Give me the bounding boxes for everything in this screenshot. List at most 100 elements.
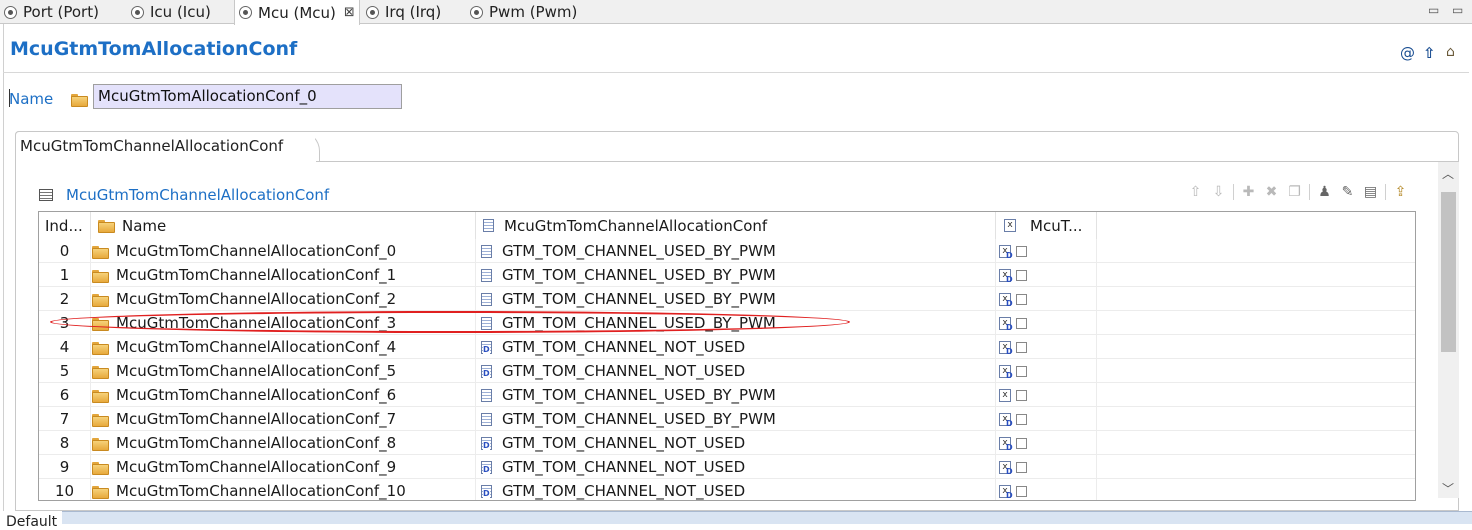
document-icon <box>481 388 492 402</box>
minimize-icon[interactable]: ▭ <box>1428 3 1439 17</box>
page-title: McuGtmTomAllocationConf <box>10 38 298 60</box>
scroll-down-icon[interactable]: ﹀ <box>1442 480 1454 497</box>
move-up-icon[interactable]: ⇧ <box>1184 184 1207 200</box>
add-icon[interactable]: ✚ <box>1237 184 1260 200</box>
row-checkbox[interactable] <box>1016 365 1027 377</box>
folder-icon <box>92 293 109 307</box>
properties-icon[interactable]: ▤ <box>1359 184 1382 200</box>
row-allocation-cell[interactable]: GTM_TOM_CHANNEL_USED_BY_PWM <box>476 383 996 407</box>
row-allocation-cell[interactable]: GTM_TOM_CHANNEL_USED_BY_PWM <box>476 407 996 431</box>
tab-port[interactable]: Port (Port) <box>0 0 99 24</box>
row-checkbox[interactable] <box>1016 269 1027 281</box>
tab-mcu[interactable]: Mcu (Mcu) ⊠ <box>234 0 360 25</box>
table-row[interactable]: 9 McuGtmTomChannelAllocationConf_9 GTM_TOM… <box>39 455 1415 479</box>
row-checkbox[interactable] <box>1016 389 1027 401</box>
table-row[interactable]: 0 McuGtmTomChannelAllocationConf_0 GTM_TOM… <box>39 239 1415 263</box>
close-tab-icon[interactable]: ⊠ <box>344 5 355 20</box>
default-value-icon <box>481 364 492 378</box>
row-index: 6 <box>39 383 91 407</box>
row-allocation-value: GTM_TOM_CHANNEL_USED_BY_PWM <box>502 266 776 284</box>
row-name-cell[interactable]: McuGtmTomChannelAllocationConf_7 <box>91 407 476 431</box>
table-row[interactable]: 5 McuGtmTomChannelAllocationConf_5 GTM_TOM… <box>39 359 1415 383</box>
row-mcut-cell: x <box>996 407 1097 431</box>
table-row[interactable]: 7 McuGtmTomChannelAllocationConf_7 GTM_TOM… <box>39 407 1415 431</box>
column-header-index[interactable]: Ind... <box>39 212 91 239</box>
scrollbar-thumb[interactable] <box>1441 192 1456 352</box>
row-name-cell[interactable]: McuGtmTomChannelAllocationConf_9 <box>91 455 476 479</box>
row-allocation-cell[interactable]: GTM_TOM_CHANNEL_USED_BY_PWM <box>476 239 996 263</box>
document-icon <box>483 219 494 232</box>
name-input[interactable]: McuGtmTomAllocationConf_0 <box>93 84 402 109</box>
row-checkbox[interactable] <box>1016 317 1027 329</box>
row-checkbox[interactable] <box>1016 245 1027 257</box>
table-row[interactable]: 4 McuGtmTomChannelAllocationConf_4 GTM_TOM… <box>39 335 1415 359</box>
row-checkbox[interactable] <box>1016 461 1027 473</box>
row-index: 7 <box>39 407 91 431</box>
folder-icon <box>92 269 109 283</box>
scroll-up-icon[interactable]: ︿ <box>1442 165 1454 182</box>
row-name-cell[interactable]: McuGtmTomChannelAllocationConf_2 <box>91 287 476 311</box>
row-name-cell[interactable]: McuGtmTomChannelAllocationConf_5 <box>91 359 476 383</box>
row-name-cell[interactable]: McuGtmTomChannelAllocationConf_3 <box>91 311 476 335</box>
row-mcut-cell: x <box>996 359 1097 383</box>
row-checkbox[interactable] <box>1016 437 1027 449</box>
column-header-allocation[interactable]: McuGtmTomChannelAllocationConf <box>476 212 996 239</box>
home-icon[interactable]: ⌂ <box>1446 44 1455 60</box>
maximize-icon[interactable]: ▭ <box>1452 3 1463 17</box>
document-icon <box>481 412 492 426</box>
row-allocation-value: GTM_TOM_CHANNEL_NOT_USED <box>502 482 746 500</box>
row-name-cell[interactable]: McuGtmTomChannelAllocationConf_1 <box>91 263 476 287</box>
delete-icon[interactable]: ✖ <box>1260 184 1283 200</box>
edit-icon[interactable]: ✎ <box>1336 184 1359 200</box>
boolean-icon: x <box>999 412 1013 428</box>
row-name: McuGtmTomChannelAllocationConf_10 <box>116 482 406 500</box>
table-row[interactable]: 2 McuGtmTomChannelAllocationConf_2 GTM_TOM… <box>39 287 1415 311</box>
row-allocation-cell[interactable]: GTM_TOM_CHANNEL_NOT_USED <box>476 455 996 479</box>
row-mcut-cell: x <box>996 431 1097 455</box>
tab-pwm[interactable]: Pwm (Pwm) <box>466 0 577 24</box>
row-allocation-cell[interactable]: GTM_TOM_CHANNEL_NOT_USED <box>476 335 996 359</box>
up-arrow-icon[interactable]: ⇧ <box>1423 44 1436 62</box>
row-name-cell[interactable]: McuGtmTomChannelAllocationConf_8 <box>91 431 476 455</box>
table-row[interactable]: 6 McuGtmTomChannelAllocationConf_6 GTM_TOM… <box>39 383 1415 407</box>
copy-icon[interactable]: ❐ <box>1283 184 1306 200</box>
column-header-mcut[interactable]: x McuT... <box>996 212 1097 239</box>
section-tab-label[interactable]: McuGtmTomChannelAllocationConf <box>20 137 283 155</box>
table-row[interactable]: 10 McuGtmTomChannelAllocationConf_10 GTM_T… <box>39 479 1415 500</box>
folder-icon <box>92 389 109 403</box>
row-allocation-cell[interactable]: GTM_TOM_CHANNEL_USED_BY_PWM <box>476 287 996 311</box>
column-header-name[interactable]: Name <box>91 212 476 239</box>
tab-default[interactable]: Default <box>6 514 57 530</box>
table-row[interactable]: 1 McuGtmTomChannelAllocationConf_1 GTM_TOM… <box>39 263 1415 287</box>
row-name-cell[interactable]: McuGtmTomChannelAllocationConf_10 <box>91 479 476 500</box>
tab-icu[interactable]: Icu (Icu) <box>127 0 211 24</box>
row-allocation-cell[interactable]: GTM_TOM_CHANNEL_USED_BY_PWM <box>476 311 996 335</box>
row-checkbox[interactable] <box>1016 341 1027 353</box>
row-mcut-cell: x <box>996 383 1097 407</box>
table-row[interactable]: 3 McuGtmTomChannelAllocationConf_3 GTM_TOM… <box>39 311 1415 335</box>
row-allocation-cell[interactable]: GTM_TOM_CHANNEL_NOT_USED <box>476 359 996 383</box>
user-icon[interactable]: ♟ <box>1313 184 1336 200</box>
tab-label: Pwm (Pwm) <box>489 3 578 21</box>
row-name-cell[interactable]: McuGtmTomChannelAllocationConf_0 <box>91 239 476 263</box>
row-allocation-cell[interactable]: GTM_TOM_CHANNEL_NOT_USED <box>476 479 996 500</box>
boolean-icon: x <box>999 436 1013 452</box>
row-name: McuGtmTomChannelAllocationConf_4 <box>116 338 397 356</box>
module-icon <box>366 5 379 19</box>
vertical-scrollbar[interactable]: ︿ ﹀ <box>1438 162 1459 498</box>
at-icon[interactable]: @ <box>1400 44 1415 62</box>
row-name-cell[interactable]: McuGtmTomChannelAllocationConf_6 <box>91 383 476 407</box>
move-down-icon[interactable]: ⇩ <box>1207 184 1230 200</box>
row-name-cell[interactable]: McuGtmTomChannelAllocationConf_4 <box>91 335 476 359</box>
table-row[interactable]: 8 McuGtmTomChannelAllocationConf_8 GTM_TOM… <box>39 431 1415 455</box>
row-checkbox[interactable] <box>1016 293 1027 305</box>
boolean-icon: x <box>999 460 1013 476</box>
row-allocation-cell[interactable]: GTM_TOM_CHANNEL_USED_BY_PWM <box>476 263 996 287</box>
row-name: McuGtmTomChannelAllocationConf_0 <box>116 242 397 260</box>
table-toolbar: ⇧ ⇩ ✚ ✖ ❐ ♟ ✎ ▤ ⇪ <box>1184 183 1412 201</box>
tab-irq[interactable]: Irq (Irq) <box>362 0 441 24</box>
row-checkbox[interactable] <box>1016 413 1027 425</box>
export-icon[interactable]: ⇪ <box>1389 184 1412 200</box>
row-checkbox[interactable] <box>1016 485 1027 497</box>
row-allocation-cell[interactable]: GTM_TOM_CHANNEL_NOT_USED <box>476 431 996 455</box>
